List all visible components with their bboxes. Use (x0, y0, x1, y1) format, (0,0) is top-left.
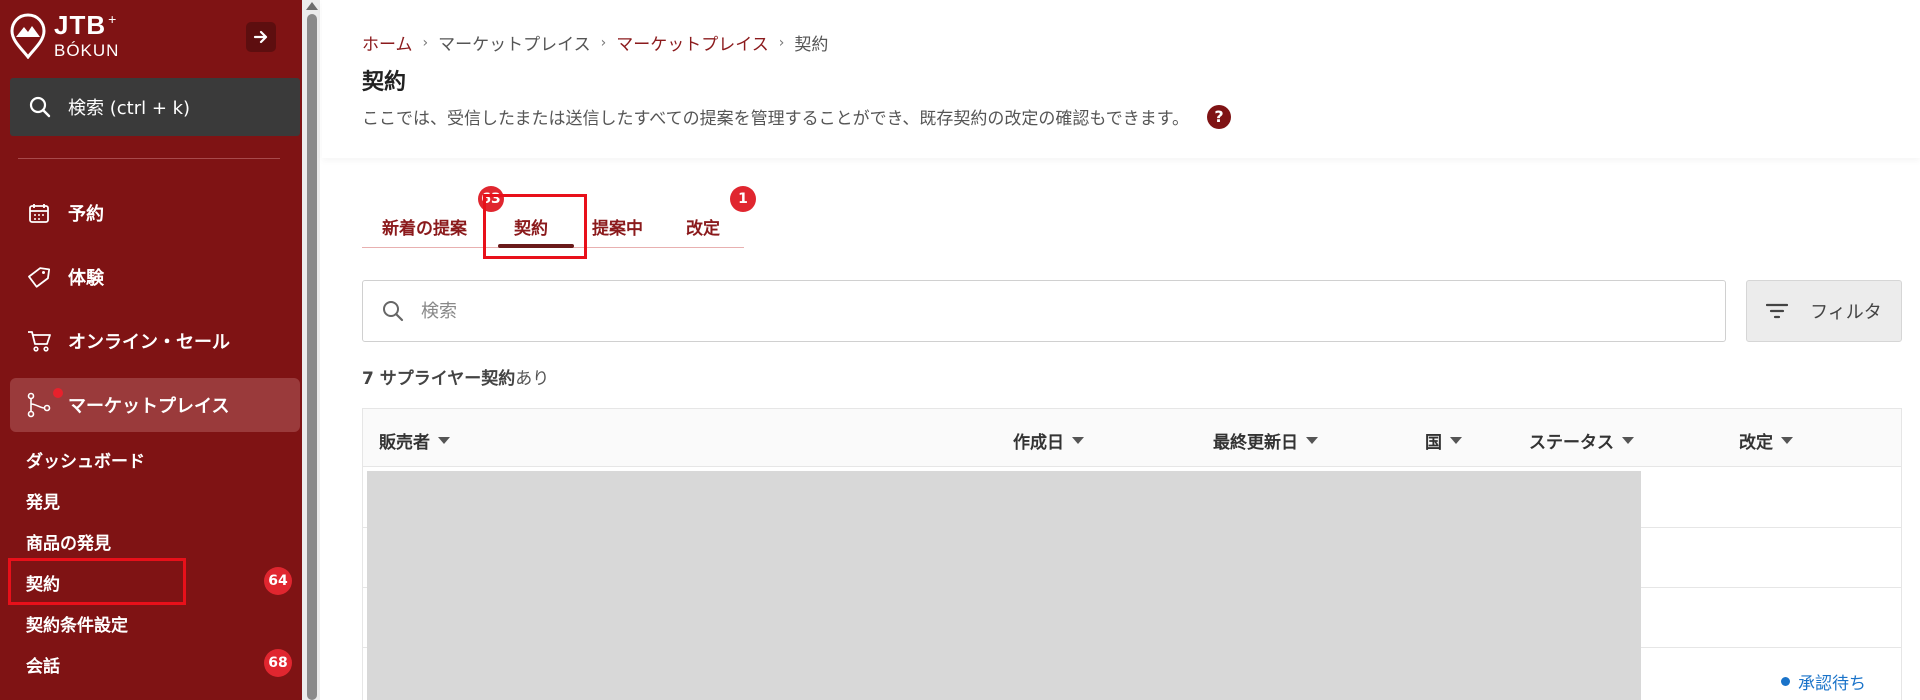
subnav-contract-terms[interactable]: 契約条件設定 (26, 611, 128, 636)
contracts-count-badge: 64 (264, 567, 292, 595)
collapse-sidebar-button[interactable] (246, 22, 276, 52)
arrow-right-icon (253, 30, 268, 44)
contracts-table: 販売者 作成日 最終更新日 国 ステータス 改定 承認待ち (362, 408, 1902, 700)
page-title: 契約 (362, 70, 407, 95)
page-description-text: ここでは、受信したまたは送信したすべての提案を管理することができ、既存契約の改定… (362, 109, 1190, 129)
table-header: 販売者 作成日 最終更新日 国 ステータス 改定 (363, 409, 1901, 467)
search-icon (29, 96, 51, 118)
scroll-thumb[interactable] (307, 14, 317, 700)
status-badge: 承認待ち (1781, 669, 1866, 694)
calendar-icon (26, 200, 52, 226)
brand-logo[interactable]: JTB + BÓKUN (10, 12, 119, 59)
sidebar-search[interactable]: 検索 (ctrl + k) (10, 78, 300, 136)
search-icon (383, 301, 404, 322)
breadcrumb: ホーム › マーケットプレイス › マーケットプレイス › 契約 (362, 30, 829, 56)
tag-icon (26, 264, 52, 290)
breadcrumb-current: 契約 (794, 35, 829, 55)
nav-item-marketplace[interactable]: マーケットプレイス (10, 378, 300, 432)
nav-label: オンライン・セール (68, 332, 230, 353)
sort-caret-icon (1781, 437, 1793, 444)
chevron-right-icon: › (422, 34, 429, 51)
column-status[interactable]: ステータス (1529, 428, 1634, 453)
brand-name: JTB (54, 10, 107, 40)
contract-search-field[interactable] (362, 280, 1726, 342)
conversations-count-badge: 68 (264, 649, 292, 677)
result-count-suffix: あり (515, 369, 550, 389)
tab-revisions[interactable]: 改定 (686, 214, 720, 239)
nav-item-experiences[interactable]: 体験 (10, 250, 300, 304)
status-dot (1781, 677, 1790, 686)
sort-caret-icon (438, 437, 450, 444)
sidebar: JTB + BÓKUN 検索 (ctrl + k) 予約 体験 オンライン・セー… (0, 0, 302, 700)
nav-item-bookings[interactable]: 予約 (10, 186, 300, 240)
result-count-number: 7 サプライヤー契約 (362, 369, 516, 389)
nav-label: 予約 (68, 204, 104, 225)
brand-sub: BÓKUN (54, 41, 120, 60)
nav-label: 体験 (68, 268, 104, 289)
column-revision[interactable]: 改定 (1739, 428, 1793, 453)
highlight-contracts-tab (483, 194, 587, 259)
column-label: ステータス (1529, 433, 1614, 453)
status-label: 承認待ち (1798, 674, 1866, 694)
page-description: ここでは、受信したまたは送信したすべての提案を管理することができ、既存契約の改定… (362, 104, 1232, 129)
sidebar-scrollbar[interactable] (302, 0, 320, 700)
chevron-right-icon: › (778, 34, 785, 51)
cart-icon (26, 328, 52, 354)
column-label: 最終更新日 (1213, 433, 1298, 453)
column-seller[interactable]: 販売者 (379, 428, 450, 453)
sidebar-search-label: 検索 (ctrl + k) (68, 98, 191, 119)
page-header: ホーム › マーケットプレイス › マーケットプレイス › 契約 契約 ここでは… (322, 0, 1920, 158)
main-content: ホーム › マーケットプレイス › マーケットプレイス › 契約 契約 ここでは… (322, 0, 1920, 700)
chevron-right-icon: › (600, 34, 607, 51)
breadcrumb-marketplace: マーケットプレイス (438, 35, 591, 55)
column-label: 改定 (1739, 433, 1773, 453)
subnav-dashboard[interactable]: ダッシュボード (26, 447, 145, 472)
highlight-contracts-sidebar (8, 558, 186, 605)
brand-plus: + (108, 11, 118, 28)
breadcrumb-marketplace-link[interactable]: マーケットプレイス (616, 30, 769, 55)
tab-new-proposals[interactable]: 新着の提案 (382, 214, 467, 239)
help-icon[interactable]: ? (1207, 104, 1232, 129)
nav-label: マーケットプレイス (68, 396, 230, 417)
scroll-up-icon[interactable] (306, 2, 318, 10)
filter-label: フィルタ (1810, 302, 1882, 323)
column-label: 国 (1425, 433, 1442, 453)
sidebar-divider (18, 158, 280, 159)
contract-search-input[interactable] (421, 300, 1621, 322)
tab-proposing[interactable]: 提案中 (592, 214, 643, 239)
revisions-badge: 1 (730, 186, 756, 212)
sort-caret-icon (1622, 437, 1634, 444)
column-label: 作成日 (1013, 433, 1064, 453)
column-updated[interactable]: 最終更新日 (1213, 428, 1318, 453)
network-icon (26, 392, 52, 418)
column-label: 販売者 (379, 433, 430, 453)
mountain-logo-icon (10, 12, 46, 59)
breadcrumb-home[interactable]: ホーム (362, 30, 413, 55)
sort-caret-icon (1306, 437, 1318, 444)
subnav-discover[interactable]: 発見 (26, 488, 60, 513)
column-country[interactable]: 国 (1425, 428, 1462, 453)
result-count: 7 サプライヤー契約あり (362, 364, 549, 389)
sort-caret-icon (1072, 437, 1084, 444)
filter-icon (1766, 303, 1789, 319)
redacted-area (367, 471, 1641, 700)
subnav-product-discovery[interactable]: 商品の発見 (26, 529, 111, 554)
column-created[interactable]: 作成日 (1013, 428, 1084, 453)
notification-dot (53, 388, 63, 398)
subnav-conversations[interactable]: 会話 (26, 652, 60, 677)
sort-caret-icon (1450, 437, 1462, 444)
nav-item-online-sales[interactable]: オンライン・セール (10, 314, 300, 368)
filter-button[interactable]: フィルタ (1746, 280, 1902, 342)
